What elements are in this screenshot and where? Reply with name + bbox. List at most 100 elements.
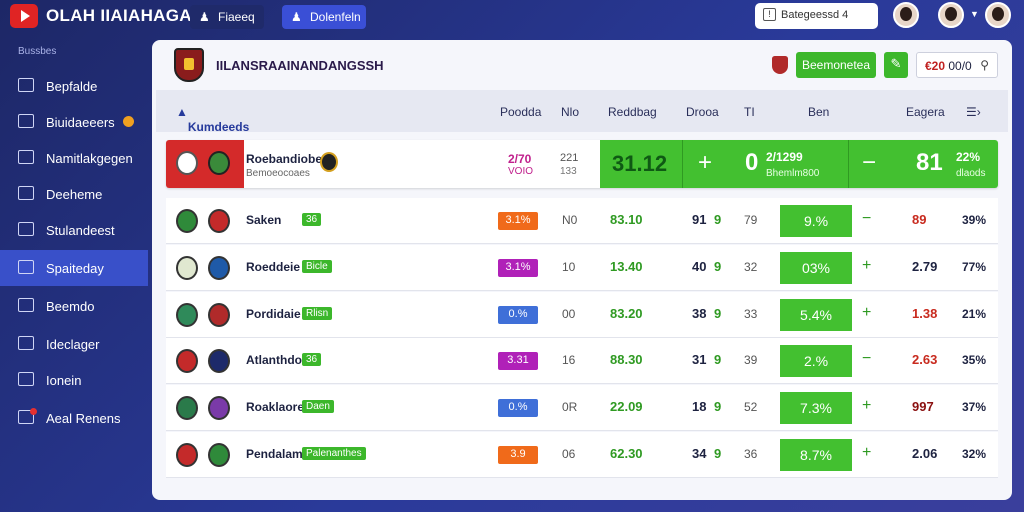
team-tag: Daen — [302, 400, 334, 413]
row-value: 2.06 — [912, 446, 938, 461]
table-row[interactable]: Roaklaore Daen 0.% 0R 22.09 18 9 52 7.3% +997 37% — [166, 385, 998, 431]
page-title: IILANSRAAINANDANGSSH — [216, 58, 384, 73]
sidebar-item-6[interactable]: Spaiteday — [0, 250, 148, 286]
header-col-2[interactable]: Nlo — [561, 105, 579, 119]
team-badge-icon — [208, 303, 230, 327]
chevron-down-icon[interactable]: ▼ — [970, 9, 979, 19]
team-name: Pendalam — [246, 447, 303, 461]
row-share: 39% — [962, 213, 987, 227]
alert-dot-icon — [30, 408, 37, 415]
table-row[interactable]: Pordidaie Rlisn 0.% 00 83.20 38 9 33 5.4% +1.38 21… — [166, 292, 998, 338]
row-stat: 10 — [562, 260, 576, 274]
table-row[interactable]: Saken 36 3.1% N0 83.10 91 9 79 9.% − 89 39% — [166, 198, 998, 244]
odds-button[interactable]: 2.% — [780, 345, 852, 377]
sidebar-item-10[interactable]: Aeal Renens — [0, 400, 148, 436]
odds-button[interactable]: 5.4% — [780, 299, 852, 331]
odds-button[interactable]: 03% — [780, 252, 852, 284]
odds-button[interactable]: 7.3% — [780, 392, 852, 424]
row-a: 31 — [692, 352, 707, 367]
plus-icon[interactable]: + — [862, 304, 871, 322]
club-crest-icon — [174, 48, 204, 82]
team-name: Saken — [246, 213, 282, 227]
sidebar-item-5[interactable]: Stulandeest — [0, 212, 148, 248]
team-badge-icon — [208, 151, 230, 175]
sidebar-item-label: Bepfalde — [46, 79, 98, 94]
row-value: 2.63 — [912, 352, 938, 367]
row-a: 40 — [692, 259, 707, 274]
featured-right-sub: dlaods — [956, 168, 986, 179]
minus-icon[interactable]: − — [862, 350, 871, 368]
column-menu-icon[interactable]: ☰› — [966, 105, 981, 119]
plus-icon[interactable]: + — [862, 444, 871, 462]
row-stat: 16 — [562, 353, 576, 367]
minus-icon[interactable]: − — [862, 210, 871, 228]
list-icon — [18, 222, 34, 236]
row-c: 39 — [744, 353, 758, 367]
sidebar-item-1[interactable]: Bepfalde — [0, 68, 148, 104]
table-row[interactable]: Roeddeie Bicle 3.1% 10 13.40 40 9 32 03% +2.79 77% — [166, 245, 998, 291]
sidebar: Bussbes Bepfalde Biuidaeeers Namitlakgeg… — [0, 36, 148, 502]
form-pill: 3.1% — [498, 212, 538, 230]
team-name: Pordidaie — [246, 307, 301, 321]
row-score: 62.30 — [610, 446, 643, 461]
table-row[interactable]: Atlanthdos 36 3.31 16 88.30 31 9 39 2.% − 2.63 35% — [166, 338, 998, 384]
mail-icon — [18, 150, 34, 164]
sidebar-item-3[interactable]: Namitlakgegen — [0, 140, 148, 176]
tab-active-label: Dolenfeln — [310, 10, 361, 24]
document-icon — [18, 186, 34, 200]
primary-button[interactable]: Beemonetea — [796, 52, 876, 78]
row-share: 35% — [962, 353, 987, 367]
header-col-4[interactable]: Drooa — [686, 105, 719, 119]
panel-header: IILANSRAAINANDANGSSH Beemonetea ✎ €20 00… — [152, 40, 1012, 90]
person-icon — [18, 372, 34, 386]
avatar[interactable] — [893, 2, 919, 28]
sidebar-item-7[interactable]: Beemdo — [0, 288, 148, 324]
header-col-7[interactable]: Eagera — [906, 105, 945, 119]
play-logo-icon[interactable] — [10, 4, 38, 28]
sidebar-item-9[interactable]: Ionein — [0, 362, 148, 398]
form-pill: 0.% — [498, 306, 538, 324]
odds-button[interactable]: 8.7% — [780, 439, 852, 471]
search-icon[interactable]: ⚲ — [980, 58, 989, 72]
avatar[interactable] — [938, 2, 964, 28]
featured-odds-bottom: Bhemlm800 — [766, 168, 820, 179]
plus-icon[interactable]: + — [862, 257, 871, 275]
team-name: Roeddeie — [246, 260, 301, 274]
row-a: 18 — [692, 399, 707, 414]
search-input[interactable]: ! Bategeessd 4 — [755, 3, 878, 29]
user-icon: ♟ — [199, 10, 210, 24]
plus-icon[interactable]: + — [698, 149, 712, 177]
header-col-6[interactable]: Ben — [808, 105, 829, 119]
sidebar-item-label: Aeal Renens — [46, 411, 121, 426]
sidebar-heading: Bussbes — [18, 46, 57, 57]
header-col-1[interactable]: Poodda — [500, 105, 541, 119]
table-row[interactable]: Pendalam Palenanthes 3.9 06 62.30 34 9 36 8.7% +2… — [166, 432, 998, 478]
price-search-field[interactable]: €20 00/0 ⚲ — [916, 52, 998, 78]
row-value: 89 — [912, 212, 927, 227]
row-value: 1.38 — [912, 306, 938, 321]
edit-button[interactable]: ✎ — [884, 52, 908, 78]
header-main[interactable]: ▲ Kumdeeds — [176, 105, 249, 134]
avatar[interactable] — [985, 2, 1011, 28]
tab-active[interactable]: ♟ Dolenfeln — [282, 5, 366, 29]
team-name: Roebandiobes — [246, 152, 329, 166]
form-pill: 3.31 — [498, 352, 538, 370]
plus-icon[interactable]: + — [862, 397, 871, 415]
tab-home[interactable]: ♟ Fiaeeq — [190, 5, 264, 29]
tab-home-label: Fiaeeq — [218, 10, 255, 24]
odds-button[interactable]: 9.% — [780, 205, 852, 237]
sidebar-item-4[interactable]: Deeheme — [0, 176, 148, 212]
minus-icon[interactable]: − — [862, 149, 876, 177]
team-badge-icon — [176, 209, 198, 233]
header-col-3[interactable]: Reddbag — [608, 105, 657, 119]
featured-gray-top: 221 — [560, 152, 579, 164]
sidebar-item-8[interactable]: Ideclager — [0, 326, 148, 362]
sidebar-item-label: Ionein — [46, 373, 82, 388]
featured-match-row[interactable]: Roebandiobes Bemoeocoaes 2/70 VOIO 221 1… — [166, 140, 998, 188]
row-value: 997 — [912, 399, 934, 414]
settings-icon — [18, 114, 34, 128]
header-col-5[interactable]: TI — [744, 105, 755, 119]
sidebar-item-label: Biuidaeeers — [46, 115, 115, 130]
sidebar-item-2[interactable]: Biuidaeeers — [0, 104, 148, 140]
featured-right-value: 81 — [916, 149, 943, 176]
